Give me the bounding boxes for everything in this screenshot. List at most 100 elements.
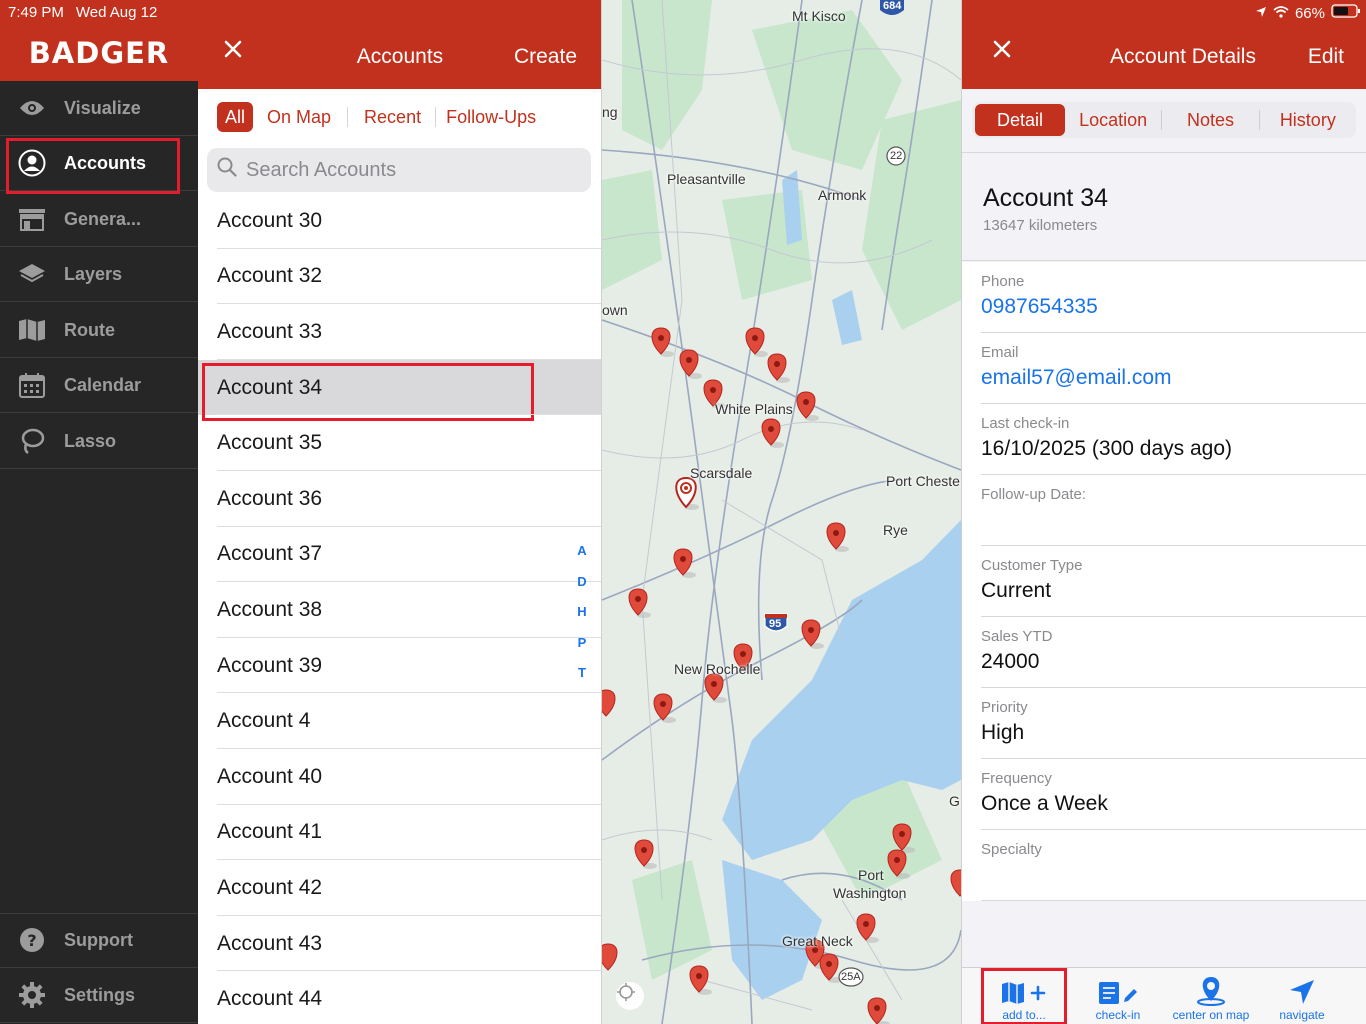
filter-follow-ups[interactable]: Follow-Ups	[436, 102, 546, 132]
field-label: Sales YTD	[981, 628, 1053, 645]
alphabet-index[interactable]: A D H P T	[577, 543, 587, 696]
layers-icon	[0, 263, 64, 285]
gear-icon	[0, 981, 64, 1009]
list-item-label: Account 34	[217, 375, 323, 399]
list-item-label: Account 32	[217, 264, 323, 288]
sidebar-item-general[interactable]: Genera...	[0, 192, 198, 247]
sidebar-item-route[interactable]: Route	[0, 303, 198, 358]
field-value: Once a Week	[981, 792, 1108, 815]
sidebar-item-label: Calendar	[64, 374, 142, 395]
sidebar-item-label: Lasso	[64, 430, 117, 451]
list-item[interactable]: Account 42	[198, 860, 601, 916]
field-priority: Priority High	[962, 688, 1366, 759]
map-label: Scarsdale	[690, 465, 753, 481]
list-item[interactable]: Account 33	[198, 304, 601, 360]
list-item-selected[interactable]: Account 34	[198, 359, 601, 421]
list-item-label: Account 40	[217, 764, 323, 788]
divider	[347, 107, 349, 127]
sidebar-item-label: Genera...	[64, 208, 142, 229]
index-letter[interactable]: D	[577, 574, 587, 605]
list-item[interactable]: Account 43	[198, 916, 601, 972]
field-label: Email	[981, 344, 1019, 361]
sidebar-item-layers[interactable]: Layers	[0, 247, 198, 302]
map-label: own	[602, 302, 628, 318]
search-bar[interactable]: Search Accounts	[207, 148, 591, 192]
sidebar-item-label: Layers	[64, 263, 123, 284]
sidebar-item-label: Support	[64, 929, 133, 950]
list-item-label: Account 4	[217, 709, 311, 733]
help-icon: ?	[0, 927, 64, 953]
map-route-icon	[0, 318, 64, 342]
tab-notes[interactable]: Notes	[1162, 104, 1258, 136]
list-item-label: Account 37	[217, 542, 323, 566]
check-in-button[interactable]: check-in	[1075, 968, 1161, 1024]
page-title: Account Details	[1110, 45, 1256, 68]
index-letter[interactable]: T	[577, 665, 587, 696]
list-item[interactable]: Account 39	[198, 638, 601, 694]
list-item[interactable]: Account 35	[198, 415, 601, 471]
map-label: Port Cheste	[886, 473, 960, 489]
filter-recent[interactable]: Recent	[354, 102, 431, 132]
map-label: 25A	[841, 971, 861, 983]
list-item[interactable]: Account 37	[198, 527, 601, 583]
map-label: 22	[890, 150, 903, 162]
edit-button[interactable]: Edit	[1308, 45, 1344, 69]
svg-text:?: ?	[27, 931, 36, 950]
tab-detail[interactable]: Detail	[975, 104, 1065, 136]
map-label: Pleasantville	[667, 171, 746, 187]
filter-on-map[interactable]: On Map	[257, 102, 341, 132]
map-label: White Plains	[715, 401, 793, 417]
map-label: Mt Kisco	[792, 8, 846, 24]
list-item[interactable]: Account 41	[198, 805, 601, 861]
sidebar-item-settings[interactable]: Settings	[0, 968, 198, 1023]
calendar-icon	[0, 372, 64, 398]
list-item[interactable]: Account 4	[198, 693, 601, 749]
index-letter[interactable]: H	[577, 604, 587, 635]
map-label: 684	[883, 0, 902, 12]
index-letter[interactable]: P	[577, 635, 587, 666]
list-item[interactable]: Account 40	[198, 749, 601, 805]
locate-me-button[interactable]	[616, 982, 644, 1010]
list-item[interactable]: Account 30	[198, 193, 601, 249]
list-item[interactable]: Account 32	[198, 249, 601, 305]
map-label: Great Neck	[782, 933, 853, 949]
list-item-label: Account 44	[217, 987, 323, 1011]
filter-all[interactable]: All	[217, 102, 254, 132]
add-to-button[interactable]: add to...	[981, 968, 1067, 1024]
sidebar-item-label: Settings	[64, 984, 136, 1005]
phone-link[interactable]: 0987654335	[981, 295, 1098, 319]
field-phone: Phone 0987654335	[962, 262, 1366, 333]
account-name: Account 34	[983, 184, 1109, 212]
tab-history[interactable]: History	[1260, 104, 1356, 136]
map-view[interactable]: Mt Kisco 684 ng Pleasantville 22 Armonk …	[602, 0, 961, 1024]
field-label: Priority	[981, 699, 1028, 716]
sidebar-item-lasso[interactable]: Lasso	[0, 414, 198, 469]
navigate-button[interactable]: navigate	[1259, 968, 1345, 1024]
storefront-icon	[0, 207, 64, 231]
accounts-panel: Accounts Create All On Map Recent Follow…	[198, 0, 602, 1024]
map-background	[602, 0, 961, 1024]
sidebar-item-accounts[interactable]: Accounts	[0, 136, 198, 194]
sidebar-item-support[interactable]: ? Support	[0, 913, 198, 968]
sidebar-item-calendar[interactable]: Calendar	[0, 358, 198, 413]
create-button[interactable]: Create	[514, 45, 577, 69]
sidebar-item-visualize[interactable]: Visualize	[0, 81, 198, 136]
list-item-label: Account 43	[217, 931, 323, 955]
index-letter[interactable]: A	[577, 543, 587, 574]
tab-location[interactable]: Location	[1065, 104, 1161, 136]
center-on-map-button[interactable]: center on map	[1168, 968, 1254, 1024]
list-item-label: Account 41	[217, 820, 323, 844]
map-label: Washington	[833, 885, 907, 901]
status-time: 7:49 PM	[8, 4, 64, 21]
field-value: Current	[981, 579, 1052, 602]
field-sales-ytd: Sales YTD 24000	[962, 617, 1366, 688]
search-input[interactable]: Search Accounts	[246, 159, 396, 182]
list-item[interactable]: Account 36	[198, 471, 601, 527]
account-summary: Account 34 13647 kilometers	[962, 153, 1366, 261]
details-segmented-control: Detail Location Notes History	[972, 102, 1356, 138]
status-bar-left: 7:49 PM Wed Aug 12	[0, 0, 198, 26]
email-link[interactable]: email57@email.com	[981, 366, 1172, 390]
list-item[interactable]: Account 38	[198, 582, 601, 638]
brand-logo: BADGER	[0, 26, 198, 81]
list-item[interactable]: Account 44	[198, 971, 601, 1024]
